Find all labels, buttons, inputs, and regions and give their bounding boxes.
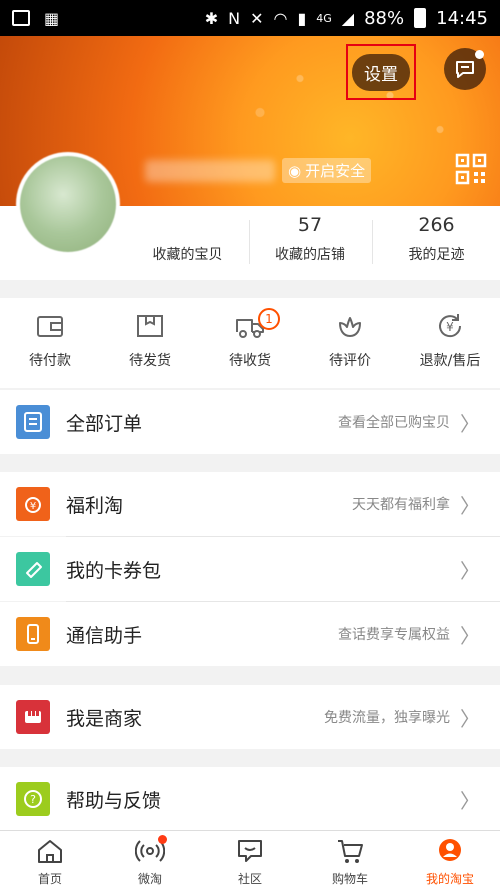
coupon-icon	[16, 552, 50, 586]
my-taobao-icon	[439, 839, 461, 861]
row-title: 帮助与反馈	[66, 789, 162, 812]
safety-badge[interactable]: ◉ 开启安全	[282, 158, 372, 183]
fuli-row[interactable]: ¥ 福利淘 天天都有福利拿 〉	[0, 472, 500, 536]
username-blurred	[145, 160, 275, 182]
sim-icon: ▮	[297, 8, 307, 28]
row-hint: 查看全部已购宝贝	[338, 415, 450, 431]
settings-label: 设置	[352, 53, 410, 91]
chevron-right-icon: 〉	[460, 411, 480, 436]
tab-my-taobao[interactable]: 我的淘宝	[400, 831, 500, 889]
order-pending-receipt[interactable]: 待收货 1	[200, 298, 300, 388]
wifi-icon: ◠	[273, 8, 288, 28]
row-title: 我的卡券包	[66, 559, 162, 582]
clock: 14:45	[436, 7, 488, 29]
chevron-right-icon: 〉	[460, 788, 480, 813]
shop-icon	[16, 700, 50, 734]
stat-label: 我的足迹	[408, 247, 465, 263]
bluetooth-icon: ✱	[204, 8, 219, 28]
stat-footprint[interactable]: 266 我的足迹	[373, 206, 500, 280]
qr-code-icon	[455, 153, 487, 185]
tab-label: 购物车	[331, 872, 368, 886]
order-label: 待评价	[329, 353, 371, 369]
mute-icon: ✕	[250, 8, 264, 28]
chevron-right-icon: 〉	[460, 623, 480, 648]
lock-icon: ◉	[288, 161, 302, 180]
notification-dot	[158, 835, 167, 844]
help-icon: ?	[16, 782, 50, 816]
safety-label: 开启安全	[305, 162, 366, 180]
chevron-right-icon: 〉	[460, 706, 480, 731]
chevron-right-icon: 〉	[460, 558, 480, 583]
stat-label: 收藏的店铺	[275, 247, 345, 263]
row-hint: 免费流量，独享曝光	[324, 710, 450, 726]
tab-home[interactable]: 首页	[0, 831, 100, 889]
order-list-icon	[16, 405, 50, 439]
telecom-row[interactable]: 通信助手 查话费享专属权益 〉	[0, 602, 500, 666]
gift-icon: ¥	[16, 487, 50, 521]
help-row[interactable]: ? 帮助与反馈 〉	[0, 767, 500, 831]
signal-icon: ◢	[341, 8, 355, 28]
keyboard-icon: ▦	[44, 8, 60, 28]
row-title: 福利淘	[66, 494, 124, 517]
merchant-row[interactable]: 我是商家 免费流量，独享曝光 〉	[0, 685, 500, 749]
chat-icon	[456, 61, 474, 78]
home-icon	[38, 840, 62, 863]
svg-text:¥: ¥	[446, 320, 454, 334]
row-title: 我是商家	[66, 707, 143, 730]
community-icon	[238, 840, 262, 862]
row-hint: 天天都有福利拿	[352, 497, 450, 513]
refund-icon: ¥	[439, 314, 462, 338]
package-icon	[137, 315, 163, 337]
row-hint: 查话费享专属权益	[338, 627, 450, 643]
chevron-right-icon: 〉	[460, 493, 480, 518]
order-label: 退款/售后	[419, 353, 481, 369]
svg-text:?: ?	[30, 793, 36, 806]
qr-code-button[interactable]	[454, 152, 488, 186]
stat-favorite-items[interactable]: ​ 收藏的宝贝	[130, 206, 245, 280]
stat-favorite-shops[interactable]: 57 收藏的店铺	[250, 206, 370, 280]
row-title: 全部订单	[66, 412, 143, 435]
message-dot	[475, 50, 484, 59]
tab-cart[interactable]: 购物车	[300, 831, 400, 889]
count-badge: 1	[258, 308, 280, 330]
tab-label: 微淘	[137, 872, 162, 886]
stat-value: 266	[418, 214, 455, 236]
tab-label: 首页	[37, 872, 62, 886]
battery-icon	[414, 8, 427, 28]
flower-icon	[339, 317, 361, 337]
tab-weitao[interactable]: 微淘	[100, 831, 200, 889]
order-status-row: 待付款 待发货 待收货 1 待评价 ¥ 退款/售后	[0, 298, 500, 388]
coupons-row[interactable]: 我的卡券包 〉	[0, 537, 500, 601]
order-pending-review[interactable]: 待评价	[300, 298, 400, 388]
battery-percent: 88%	[364, 7, 405, 29]
bottom-tab-bar: 首页 微淘 社区 购物车 我的淘宝	[0, 830, 500, 889]
svg-text:¥: ¥	[30, 501, 36, 512]
tab-community[interactable]: 社区	[200, 831, 300, 889]
phone-icon	[16, 617, 50, 651]
nfc-icon: N	[228, 8, 241, 28]
avatar[interactable]	[16, 152, 120, 256]
row-title: 通信助手	[66, 624, 143, 647]
order-label: 待收货	[229, 353, 271, 369]
cart-icon	[338, 840, 363, 863]
stat-value: 57	[297, 214, 323, 236]
status-bar: ▦ ✱ N ✕ ◠ ▮ 4G ◢ 88% 14:45	[0, 0, 500, 36]
order-label: 待付款	[29, 353, 71, 369]
order-pending-payment[interactable]: 待付款	[0, 298, 100, 388]
tab-label: 我的淘宝	[425, 872, 474, 886]
settings-button[interactable]: 设置	[346, 44, 416, 100]
gallery-icon	[12, 10, 30, 26]
order-label: 待发货	[129, 353, 171, 369]
network-type: 4G	[316, 11, 332, 25]
stat-label: 收藏的宝贝	[152, 247, 223, 263]
wallet-icon	[37, 316, 63, 337]
order-pending-shipment[interactable]: 待发货	[100, 298, 200, 388]
message-button[interactable]	[444, 48, 486, 90]
stat-value: ​	[130, 214, 245, 236]
order-refund[interactable]: ¥ 退款/售后	[400, 298, 500, 388]
tab-label: 社区	[237, 872, 262, 886]
all-orders-row[interactable]: 全部订单 查看全部已购宝贝 〉	[0, 390, 500, 454]
